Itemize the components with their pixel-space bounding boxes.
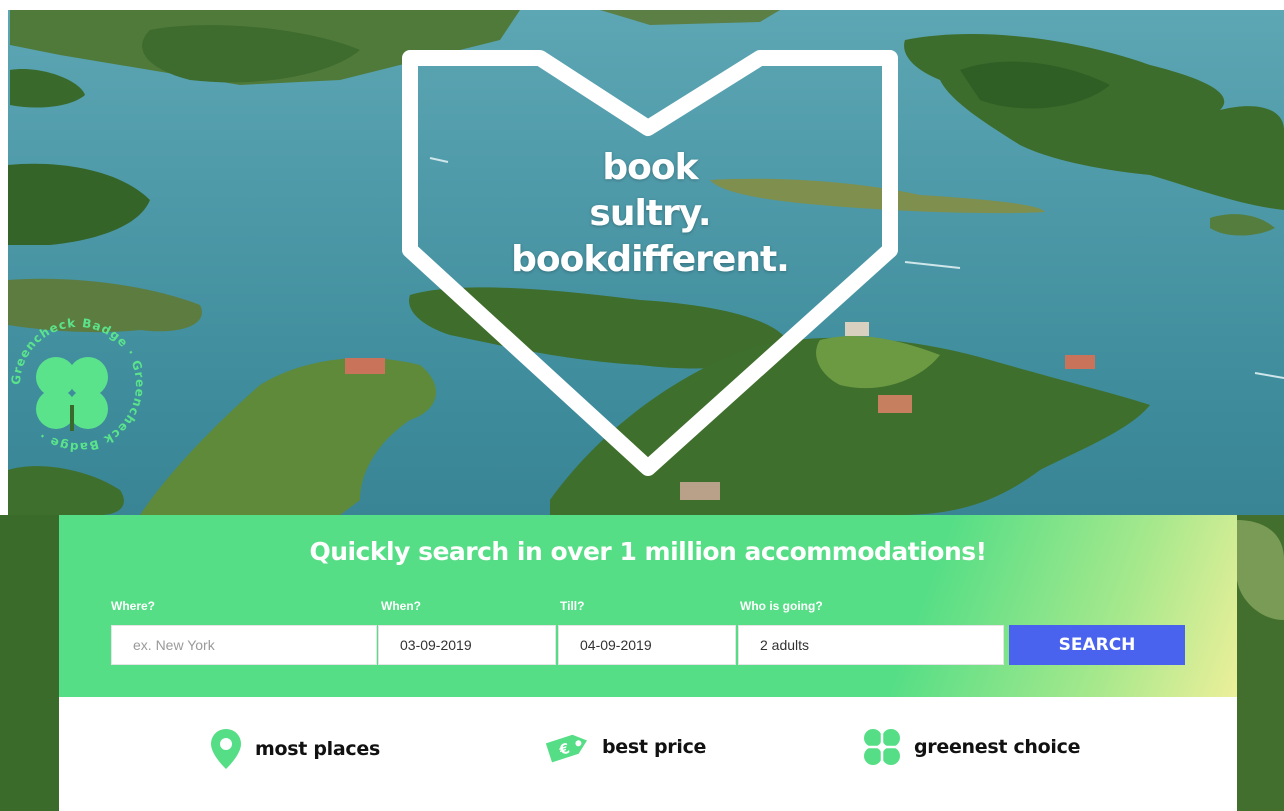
till-label: Till? bbox=[560, 599, 585, 613]
till-input[interactable] bbox=[558, 625, 736, 665]
feature-label: best price bbox=[602, 736, 707, 758]
search-title: Quickly search in over 1 million accommo… bbox=[309, 537, 987, 566]
hero-headline: book sultry. bookdifferent. bbox=[440, 145, 860, 283]
greencheck-badge: Greencheck Badge · Greencheck Badge · bbox=[9, 316, 146, 454]
headline-line-2: sultry. bbox=[589, 193, 711, 234]
feature-greenest-choice: greenest choice bbox=[862, 727, 1080, 767]
map-pin-icon bbox=[211, 729, 241, 769]
headline-line-3: bookdifferent. bbox=[511, 239, 790, 280]
feature-best-price: € best price bbox=[544, 727, 706, 767]
euro-tag-icon: € bbox=[545, 734, 587, 763]
when-input[interactable] bbox=[378, 625, 556, 665]
where-input[interactable] bbox=[111, 625, 377, 665]
headline-line-1: book bbox=[602, 147, 698, 188]
when-label: When? bbox=[381, 599, 421, 613]
feature-most-places: most places bbox=[209, 727, 380, 771]
feature-label: most places bbox=[255, 738, 380, 760]
clover-icon bbox=[864, 729, 900, 765]
features-bar: most places € best price greenest choice bbox=[59, 697, 1237, 811]
search-panel: Quickly search in over 1 million accommo… bbox=[59, 515, 1237, 697]
search-button[interactable]: SEARCH bbox=[1009, 625, 1185, 665]
who-input[interactable] bbox=[738, 625, 1004, 665]
feature-label: greenest choice bbox=[914, 736, 1081, 758]
badge-clover-icon bbox=[36, 357, 108, 431]
who-label: Who is going? bbox=[740, 599, 823, 613]
where-label: Where? bbox=[111, 599, 156, 613]
